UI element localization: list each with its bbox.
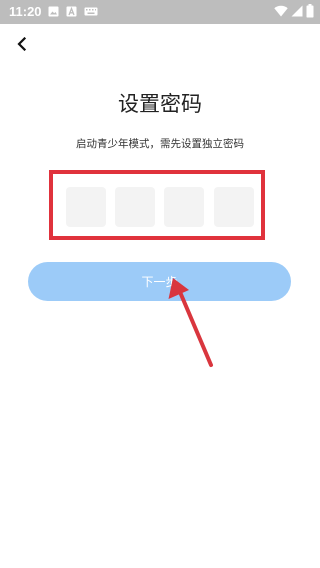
wifi-icon [274,5,288,17]
signal-icon [291,5,303,17]
battery-icon [306,4,314,18]
next-button-label: 下一步 [141,275,178,289]
status-time: 11:20 [9,4,42,19]
page-subtitle: 启动青少年模式，需先设置独立密码 [76,138,244,150]
keyboard-icon [84,7,98,16]
back-button[interactable] [10,32,34,56]
page-title: 设置密码 [118,92,202,116]
gallery-icon [48,6,59,17]
next-button[interactable]: 下一步 [28,262,291,301]
code-cell-1[interactable] [66,187,106,227]
code-cell-2[interactable] [115,187,155,227]
chevron-left-icon [17,37,27,51]
code-cell-4[interactable] [214,187,254,227]
screen: 11:20 设置密码 启动青少年模式，需先设置独立密码 下一步 [0,0,320,568]
a-letter-icon [66,6,77,17]
code-cell-3[interactable] [164,187,204,227]
status-bar: 11:20 [0,0,320,24]
